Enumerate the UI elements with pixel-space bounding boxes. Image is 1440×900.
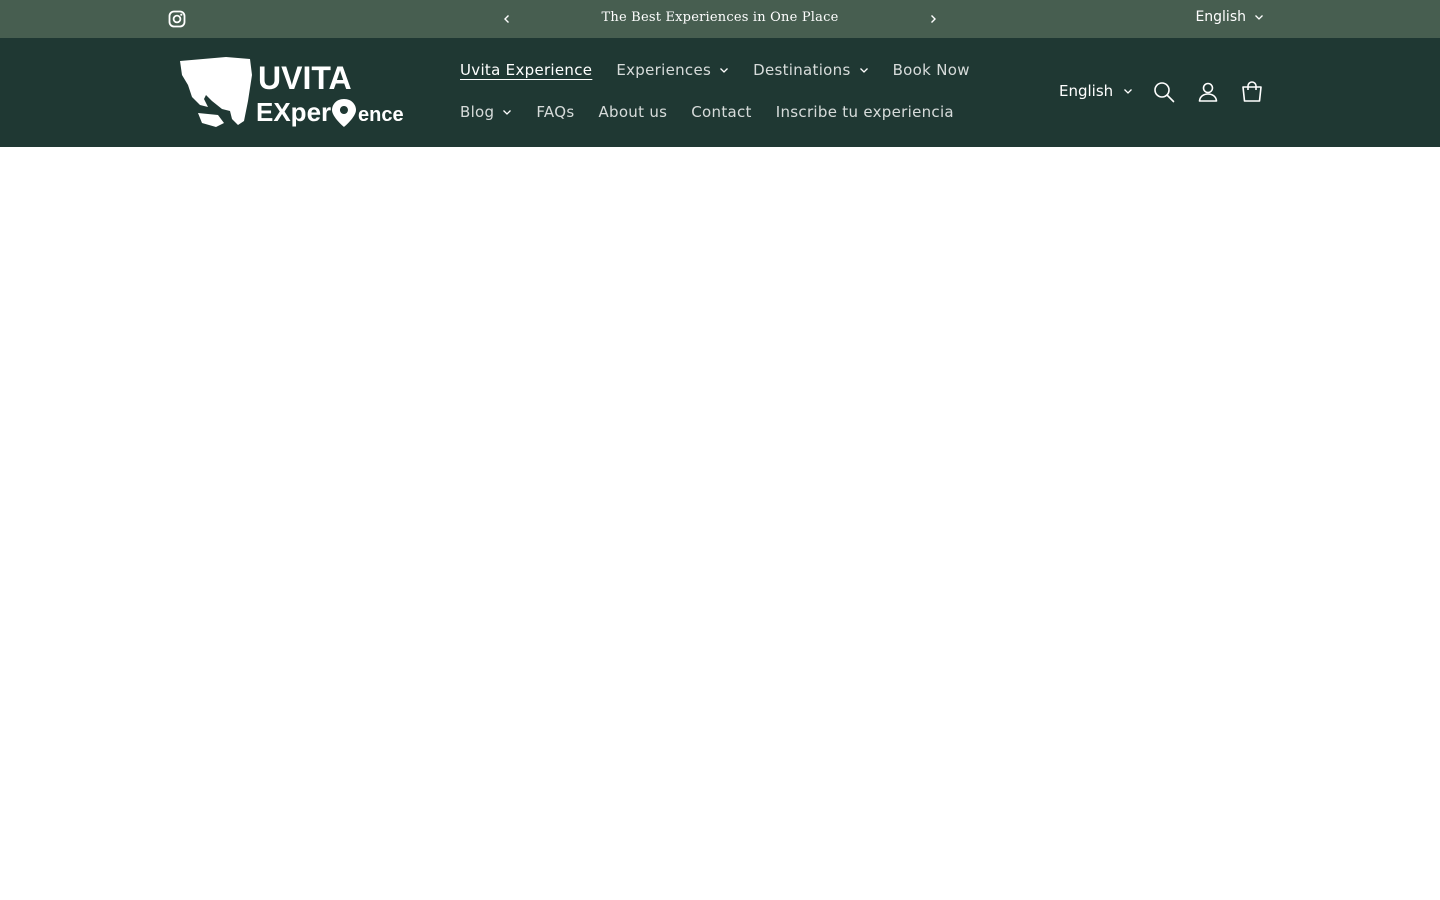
announcement-text: The Best Experiences in One Place (601, 10, 839, 25)
nav-experiences[interactable]: Experiences (616, 61, 729, 79)
nav-faqs[interactable]: FAQs (536, 103, 574, 121)
header-language-selector[interactable]: English (1059, 82, 1133, 100)
logo-text-bottom-left: EXper (256, 97, 331, 127)
chevron-down-icon (859, 68, 868, 73)
main-nav-row-1: Uvita Experience Experiences Destination… (460, 61, 970, 79)
nav-item-label: Book Now (892, 61, 970, 79)
chevron-down-icon (720, 68, 729, 73)
chevron-right-icon (931, 15, 936, 23)
nav-uvita-experience[interactable]: Uvita Experience (460, 61, 592, 79)
top-language-selector[interactable]: English (1195, 9, 1264, 25)
announcement-bar: The Best Experiences in One Place Englis… (0, 0, 1440, 38)
nav-item-label: Destinations (753, 61, 851, 79)
nav-item-label: Uvita Experience (460, 61, 593, 79)
nav-item-label: FAQs (536, 103, 575, 121)
chevron-down-icon (1255, 15, 1263, 20)
announcement-next-button[interactable] (923, 9, 943, 29)
main-nav-row-2: Blog FAQs About us Contact Inscribe tu e… (460, 103, 954, 121)
logo-text-top: UVITA (258, 60, 352, 96)
nav-book-now[interactable]: Book Now (893, 61, 970, 79)
nav-destinations[interactable]: Destinations (753, 61, 869, 79)
chevron-down-icon (503, 110, 512, 115)
nav-item-label: About us (598, 103, 668, 121)
page-content (0, 147, 1440, 900)
top-language-label: English (1195, 9, 1246, 25)
logo-text-bottom-right: ence (358, 104, 404, 126)
nav-item-label: Inscribe tu experiencia (775, 103, 954, 121)
site-header: UVITA EXper ence Uvita Experience Experi… (0, 38, 1440, 147)
chevron-left-icon (504, 15, 509, 23)
nav-item-label: Experiences (616, 61, 712, 79)
chevron-down-icon (1124, 89, 1133, 94)
cart-icon[interactable] (1240, 80, 1264, 104)
announcement-prev-button[interactable] (497, 9, 517, 29)
nav-about-us[interactable]: About us (598, 103, 667, 121)
nav-item-label: Contact (691, 103, 752, 121)
instagram-icon[interactable] (168, 10, 186, 28)
nav-inscribe-tu-experiencia[interactable]: Inscribe tu experiencia (776, 103, 954, 121)
search-icon[interactable] (1152, 80, 1176, 104)
nav-item-label: Blog (460, 103, 495, 121)
header-language-label: English (1059, 82, 1114, 100)
logo-pin-icon (332, 99, 356, 127)
uvita-experience-logo[interactable]: UVITA EXper ence (178, 55, 410, 131)
nav-blog[interactable]: Blog (460, 103, 512, 121)
account-icon[interactable] (1196, 80, 1220, 104)
nav-contact[interactable]: Contact (691, 103, 751, 121)
